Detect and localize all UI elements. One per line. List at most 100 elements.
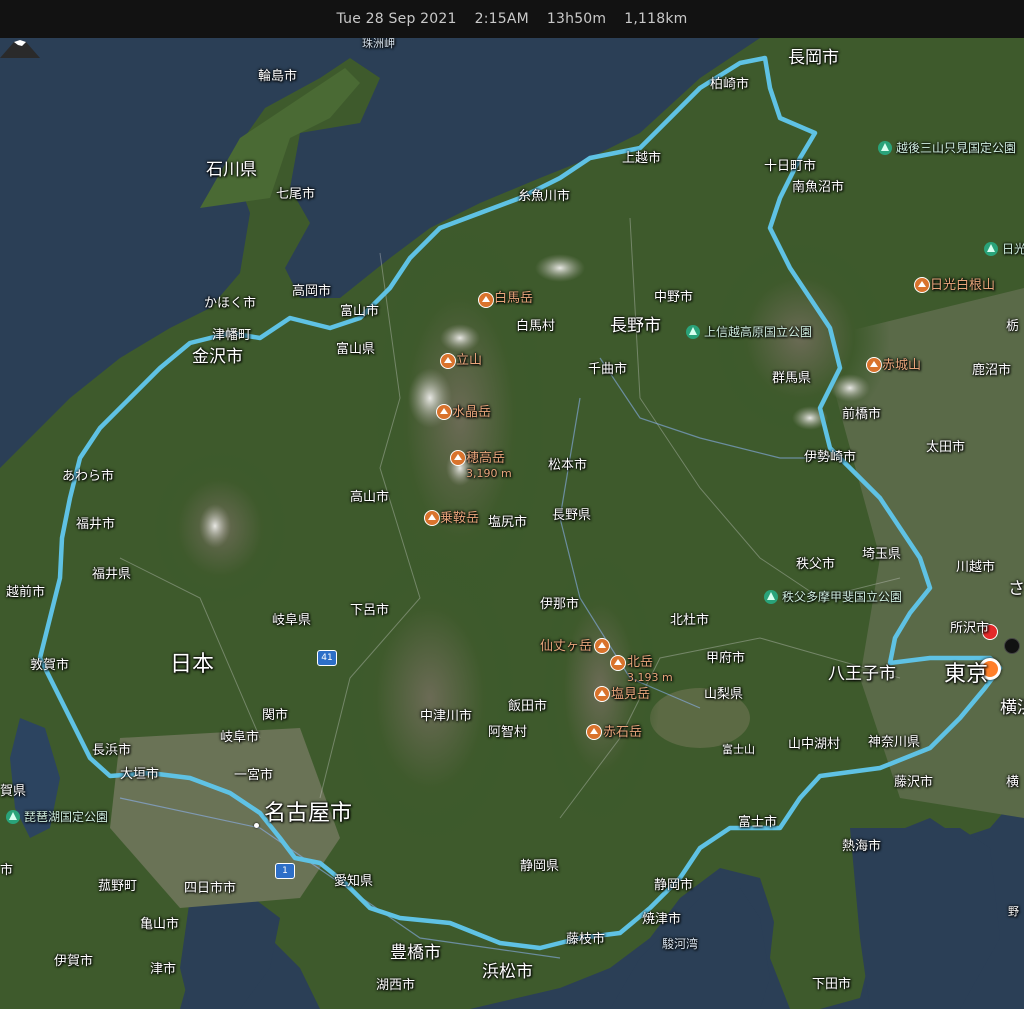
city-label: 七尾市 [276,187,316,202]
mountain-label: 仙丈ヶ岳 [540,639,593,654]
city-label: 伊那市 [540,597,580,612]
city-label: 上越市 [622,151,662,166]
city-label: 菰野町 [98,879,138,894]
mountain-icon[interactable] [440,353,456,369]
city-label: 野 [1008,905,1019,918]
prefecture-label: 賀県 [0,784,27,799]
city-label: 下田市 [812,977,852,992]
city-label: 焼津市 [642,912,682,927]
status-bar: Tue 28 Sep 2021 2:15AM 13h50m 1,118km [0,0,1024,38]
city-label: 金沢市 [192,347,243,367]
satellite-map[interactable]: 41 1 白馬岳 立山 水晶岳 穂高岳 3,190 m 乗鞍岳 仙丈ヶ岳 北岳 … [0,38,1024,1009]
mountain-icon[interactable] [586,724,602,740]
mountain-elevation: 3,193 m [627,671,673,684]
prefecture-label: 石川県 [206,160,257,180]
route-41-shield: 41 [317,650,337,666]
city-label: 高岡市 [292,284,332,299]
city-label: 浜松市 [482,962,533,982]
mountain-icon[interactable] [610,655,626,671]
city-label: 柏崎市 [710,77,750,92]
city-label: 亀山市 [140,917,180,932]
park-icon[interactable] [878,141,892,155]
city-label: さい [1008,579,1024,599]
city-label: 北杜市 [670,613,710,628]
city-label: 大垣市 [120,767,160,782]
prefecture-label: 静岡県 [520,859,560,874]
mountain-icon[interactable] [866,357,882,373]
prefecture-label: 福井県 [92,567,132,582]
mountain-label: 白馬岳 [494,291,534,306]
mountain-label: 赤石岳 [603,725,643,740]
mountain-label: 水晶岳 [452,405,492,420]
city-label: 東京 [944,662,989,687]
bay-label: 駿河湾 [662,937,699,951]
prefecture-label: 山梨県 [704,687,744,702]
city-label: 甲府市 [706,651,746,666]
park-label: 上信越高原国立公園 [704,325,813,339]
city-label: 鹿沼市 [972,363,1012,378]
prefecture-label: 埼玉県 [862,547,902,562]
city-label: 津幡町 [212,328,252,343]
park-label: 日光 [1002,242,1024,256]
route-distance: 1,118km [624,11,688,27]
mountain-icon[interactable] [478,292,494,308]
park-label: 秩父多摩甲斐国立公園 [782,590,903,604]
route-time: 2:15AM [474,11,529,27]
city-label: 敦賀市 [30,658,70,673]
park-icon[interactable] [764,590,778,604]
mountain-label: 乗鞍岳 [440,511,480,526]
city-label: 伊勢崎市 [804,450,857,465]
park-icon[interactable] [6,810,20,824]
city-label: 静岡市 [654,878,694,893]
mountain-icon[interactable] [594,686,610,702]
city-label: 越前市 [6,585,46,600]
city-label: かほく市 [204,296,257,311]
park-icon[interactable] [686,325,700,339]
park-label: 越後三山只見国定公園 [896,141,1017,155]
mountain-icon[interactable] [436,404,452,420]
mountain-label: 赤城山 [882,358,922,373]
city-label: 所沢市 [950,621,990,636]
city-label: 一宮市 [234,768,274,783]
park-label: 琵琶湖国定公園 [24,810,109,824]
city-label: 豊橋市 [390,943,441,963]
mountain-icon[interactable] [914,277,930,293]
mountain-label: 日光白根山 [930,278,996,293]
city-label: 津市 [150,962,177,977]
city-label: 藤枝市 [566,932,606,947]
park-icon[interactable] [984,242,998,256]
city-label: 秩父市 [796,557,836,572]
mount-fuji-icon [0,40,40,58]
city-label: 南魚沼市 [792,180,845,195]
city-label: 名古屋市 [264,801,353,826]
city-label: 十日町市 [764,159,817,174]
city-label: 四日市市 [184,881,237,896]
mountain-label: 立山 [456,353,483,368]
city-label: 市 [0,863,14,878]
city-label: 塩尻市 [488,515,528,530]
city-label: 川越市 [956,560,996,575]
city-label: 岐阜市 [220,730,260,745]
city-label: 輪島市 [258,69,298,84]
route-date: Tue 28 Sep 2021 [336,11,457,27]
mountain-label: 北岳 [627,655,654,670]
city-label: 中津川市 [420,709,473,724]
route-duration: 13h50m [546,11,607,27]
city-label: 中野市 [654,290,694,305]
mountain-icon[interactable] [450,450,466,466]
prefecture-label: 神奈川県 [868,735,921,750]
city-label: 白馬村 [516,319,556,334]
prefecture-label: 岐阜県 [272,613,312,628]
city-label: 長岡市 [788,48,839,68]
city-label: 長浜市 [92,743,132,758]
city-label: 前橋市 [842,407,882,422]
city-label: 糸魚川市 [518,189,571,204]
city-label: 横浜 [1000,698,1024,718]
cape-label: 珠洲岬 [362,37,395,50]
current-location-marker[interactable] [1004,638,1020,654]
route-1-shield: 1 [275,863,295,879]
mountain-icon[interactable] [424,510,440,526]
mountain-icon[interactable] [594,638,610,654]
city-label: 湖西市 [376,978,416,993]
city-label: 栃 [1006,319,1020,334]
